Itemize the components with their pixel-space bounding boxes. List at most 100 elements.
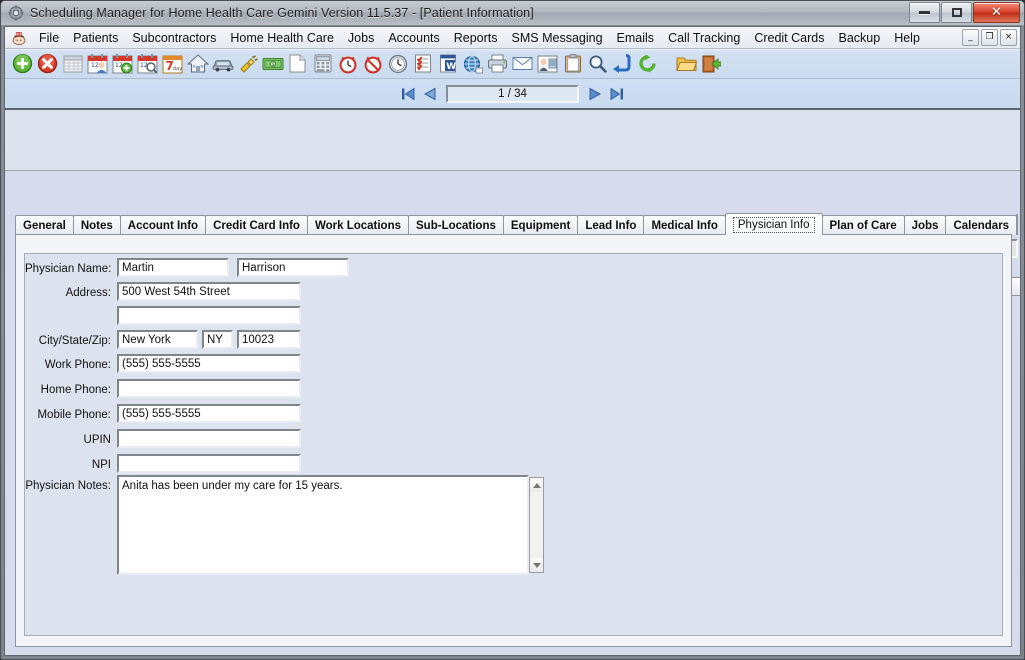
printer-icon[interactable] — [486, 52, 509, 75]
mobile-phone-label: Mobile Phone: — [25, 409, 111, 421]
window-title: Scheduling Manager for Home Health Care … — [30, 6, 534, 20]
physician-name-label: Physician Name: — [25, 263, 111, 275]
city-state-zip-label: City/State/Zip: — [25, 335, 111, 347]
folder-open-icon[interactable] — [675, 52, 698, 75]
menu-item-help[interactable]: Help — [887, 29, 927, 47]
maximize-button[interactable] — [941, 2, 972, 23]
tab-label: Credit Card Info — [213, 220, 300, 232]
calendar-week-icon[interactable]: 7day — [161, 52, 184, 75]
svg-text:W: W — [446, 62, 456, 72]
city-field[interactable]: New York — [117, 330, 198, 349]
close-button[interactable]: ✕ — [973, 2, 1020, 23]
menu-item-credit-cards[interactable]: Credit Cards — [747, 29, 831, 47]
gear-app-icon — [8, 5, 24, 21]
address-line2-field[interactable] — [117, 306, 301, 325]
tab-strip-filler — [1016, 214, 1018, 235]
sync-green-icon[interactable] — [636, 52, 659, 75]
clock-red-icon[interactable] — [336, 52, 359, 75]
tab-medical-info[interactable]: Medical Info — [643, 215, 725, 235]
menu-item-sms-messaging[interactable]: SMS Messaging — [505, 29, 610, 47]
tab-calendars[interactable]: Calendars — [945, 215, 1017, 235]
next-record-button[interactable] — [585, 84, 605, 104]
mdi-child-controls: _ ❐ × — [960, 29, 1017, 46]
menu-item-call-tracking[interactable]: Call Tracking — [661, 29, 747, 47]
tab-credit-card-info[interactable]: Credit Card Info — [205, 215, 308, 235]
tab-lead-info[interactable]: Lead Info — [577, 215, 644, 235]
plug-icon[interactable] — [236, 52, 259, 75]
magnifier-icon[interactable] — [586, 52, 609, 75]
upin-field[interactable] — [117, 429, 301, 448]
tab-general[interactable]: General — [15, 215, 74, 235]
house-icon[interactable] — [186, 52, 209, 75]
menu-item-patients[interactable]: Patients — [66, 29, 125, 47]
physician-first-name-field[interactable]: Martin — [117, 258, 229, 277]
contact-card-icon[interactable] — [536, 52, 559, 75]
tab-label: General — [23, 220, 66, 232]
clipboard-icon[interactable] — [561, 52, 584, 75]
menu-item-subcontractors[interactable]: Subcontractors — [125, 29, 223, 47]
work-phone-label: Work Phone: — [25, 359, 111, 371]
patient-header-panel: Pat ID: ATWOOD Business: Status: Active … — [5, 110, 1020, 171]
checklist-icon[interactable] — [411, 52, 434, 75]
scroll-up-arrow-icon[interactable] — [530, 478, 543, 492]
money-icon[interactable]: $ — [261, 52, 284, 75]
clock-red-off-icon[interactable] — [361, 52, 384, 75]
previous-record-button[interactable] — [420, 84, 440, 104]
tab-physician-info[interactable]: Physician Info — [725, 213, 823, 235]
tab-label: Medical Info — [651, 220, 717, 232]
mobile-phone-field[interactable]: (555) 555-5555 — [117, 404, 301, 423]
calendar-add-icon[interactable]: 12 — [111, 52, 134, 75]
menu-item-jobs[interactable]: Jobs — [341, 29, 381, 47]
tab-notes[interactable]: Notes — [73, 215, 121, 235]
physician-last-name-field[interactable]: Harrison — [237, 258, 349, 277]
calendar-search-icon[interactable]: 12 — [136, 52, 159, 75]
application-window: Scheduling Manager for Home Health Care … — [0, 0, 1025, 660]
menu-item-accounts[interactable]: Accounts — [381, 29, 446, 47]
refresh-blue-arrow-icon[interactable] — [611, 52, 634, 75]
clock-icon[interactable] — [386, 52, 409, 75]
globe-icon[interactable] — [461, 52, 484, 75]
zip-field[interactable]: 10023 — [237, 330, 301, 349]
tab-equipment[interactable]: Equipment — [503, 215, 578, 235]
menu-item-emails[interactable]: Emails — [610, 29, 662, 47]
delete-red-x-icon[interactable] — [36, 52, 59, 75]
mdi-close-button[interactable]: × — [1000, 29, 1017, 46]
tab-sub-locations[interactable]: Sub-Locations — [408, 215, 504, 235]
mdi-restore-button[interactable]: ❐ — [981, 29, 998, 46]
scroll-down-arrow-icon[interactable] — [530, 558, 543, 572]
tab-label: Sub-Locations — [416, 220, 496, 232]
state-field[interactable]: NY — [202, 330, 233, 349]
home-phone-field[interactable] — [117, 379, 301, 398]
menu-item-file[interactable]: File — [32, 29, 66, 47]
main-toolbar: 12 12 12 7day $ — [5, 49, 1020, 79]
envelope-icon[interactable] — [511, 52, 534, 75]
physician-notes-scrollbar[interactable] — [529, 477, 544, 573]
last-record-button[interactable] — [607, 84, 627, 104]
minimize-button[interactable] — [909, 2, 940, 23]
word-document-icon[interactable]: W — [436, 52, 459, 75]
address-line1-field[interactable]: 500 West 54th Street — [117, 282, 301, 301]
add-green-plus-icon[interactable] — [11, 52, 34, 75]
menu-item-home-health-care[interactable]: Home Health Care — [223, 29, 341, 47]
physician-notes-textarea[interactable] — [117, 475, 529, 575]
mdi-minimize-button[interactable]: _ — [962, 29, 979, 46]
menu-item-backup[interactable]: Backup — [831, 29, 887, 47]
tab-account-info[interactable]: Account Info — [120, 215, 206, 235]
tab-plan-of-care[interactable]: Plan of Care — [822, 215, 905, 235]
scroll-track[interactable] — [530, 492, 543, 558]
adding-machine-icon[interactable] — [311, 52, 334, 75]
svg-text:$: $ — [271, 62, 274, 68]
npi-field[interactable] — [117, 454, 301, 473]
exit-door-icon[interactable] — [700, 52, 723, 75]
work-phone-field[interactable]: (555) 555-5555 — [117, 354, 301, 373]
car-icon[interactable] — [211, 52, 234, 75]
grid-table-icon[interactable] — [61, 52, 84, 75]
tab-jobs[interactable]: Jobs — [904, 215, 947, 235]
physician-info-panel: Physician Name: Martin Harrison Address:… — [24, 253, 1003, 636]
menu-item-reports[interactable]: Reports — [447, 29, 505, 47]
page-blank-icon[interactable] — [286, 52, 309, 75]
tab-work-locations[interactable]: Work Locations — [307, 215, 409, 235]
calendar-person-icon[interactable]: 12 — [86, 52, 109, 75]
first-record-button[interactable] — [398, 84, 418, 104]
tab-label: Physician Info — [733, 217, 815, 233]
